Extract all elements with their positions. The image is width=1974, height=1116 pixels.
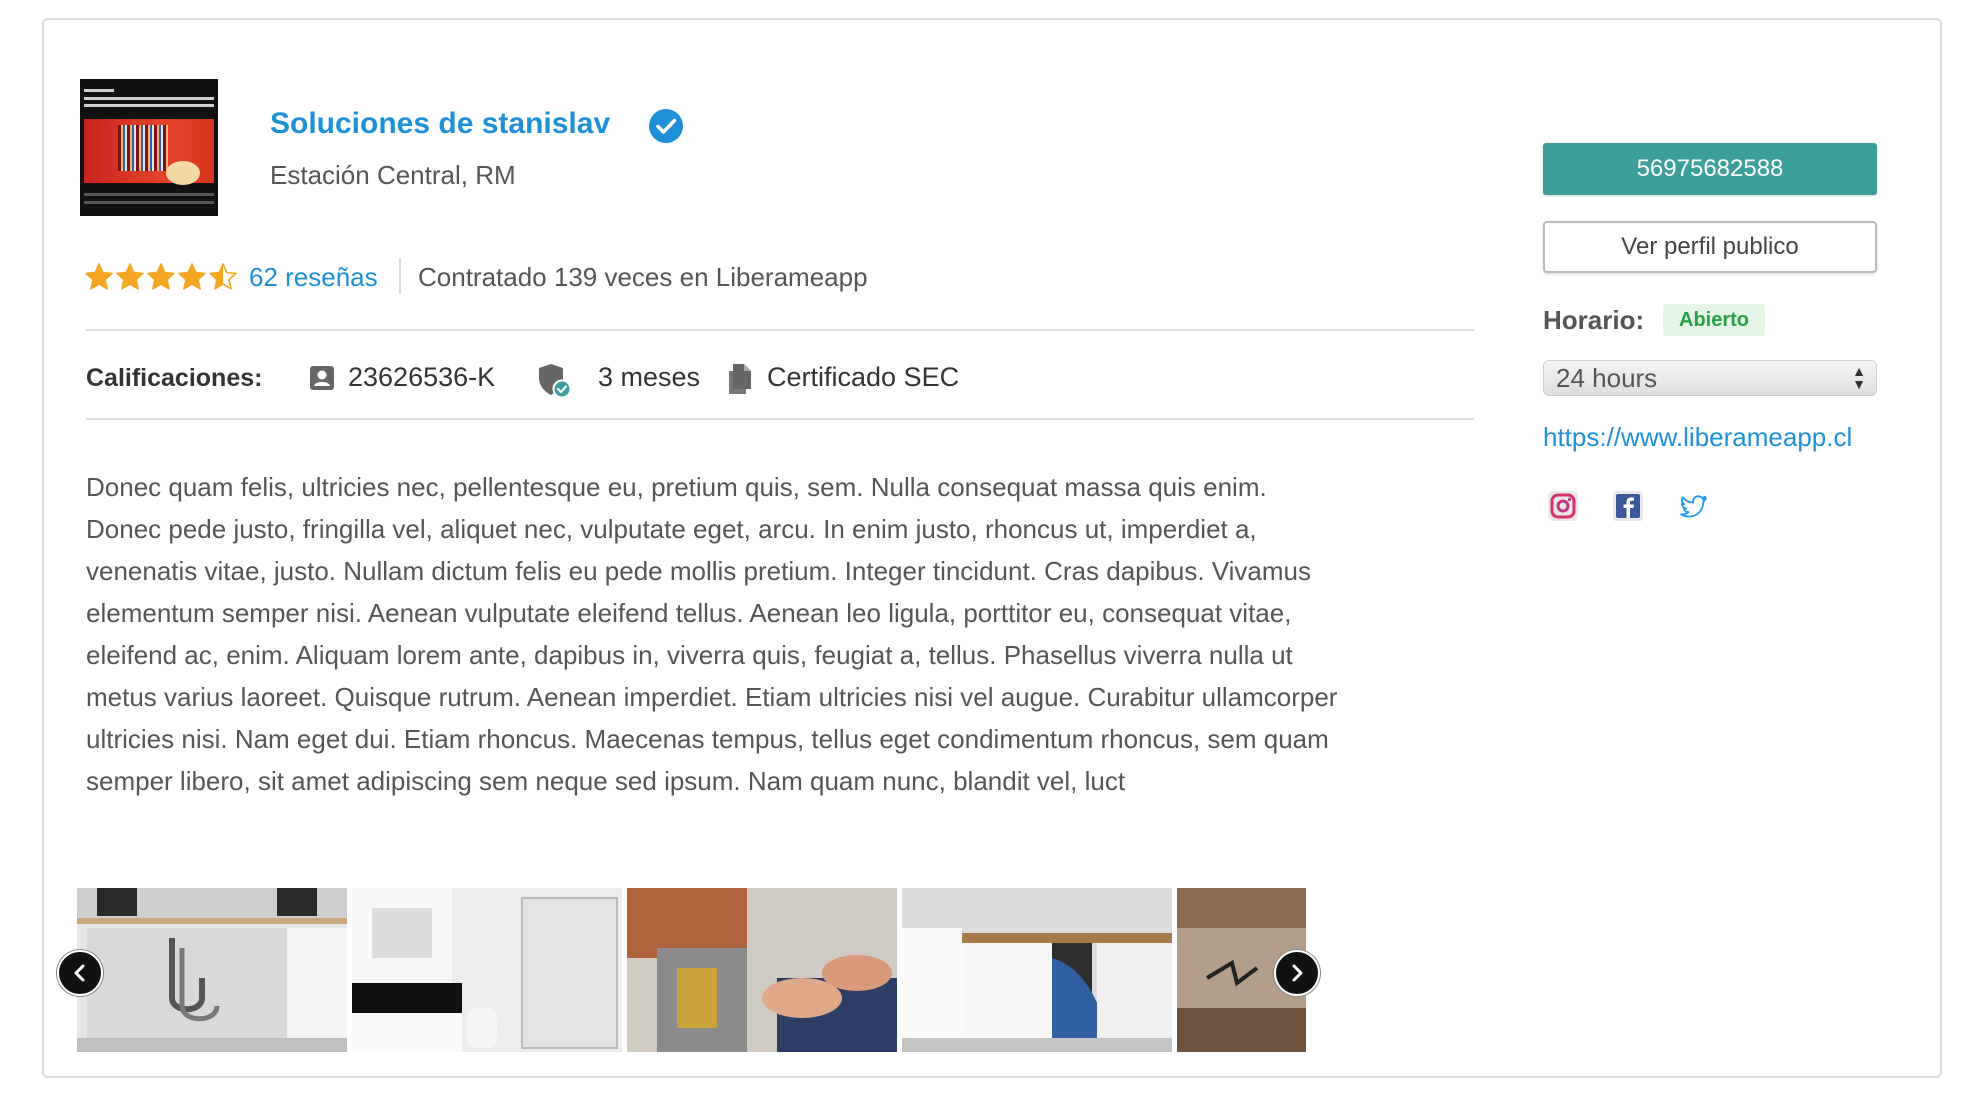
reviews-link[interactable]: 62 reseñas bbox=[249, 262, 378, 293]
calificaciones-label: Calificaciones: bbox=[86, 364, 263, 392]
hired-count: Contratado 139 veces en Liberameapp bbox=[418, 262, 868, 292]
select-arrows-icon: ▲ ▼ bbox=[1852, 363, 1866, 392]
business-logo bbox=[80, 79, 218, 216]
gallery-prev-button[interactable] bbox=[57, 950, 103, 996]
tenure-value: 3 meses bbox=[598, 362, 701, 392]
id-card-icon bbox=[310, 366, 334, 390]
business-name[interactable]: Soluciones de stanislav bbox=[270, 104, 610, 144]
document-icon bbox=[729, 364, 751, 394]
star-icon bbox=[147, 263, 175, 290]
gallery-photo-bathroom[interactable] bbox=[352, 888, 622, 1052]
photo-gallery bbox=[77, 888, 1306, 1052]
view-profile-button[interactable]: Ver perfil publico bbox=[1543, 221, 1877, 273]
schedule-selected-value: 24 hours bbox=[1556, 362, 1658, 393]
star-icon bbox=[116, 263, 144, 290]
gallery-photo-water-heater[interactable] bbox=[627, 888, 897, 1052]
chevron-left-icon bbox=[74, 964, 85, 982]
schedule-select[interactable]: 24 hours ▲ ▼ bbox=[1543, 360, 1877, 396]
horario-label: Horario: bbox=[1543, 305, 1645, 335]
gallery-photo-sink-cabinet[interactable] bbox=[77, 888, 347, 1052]
gallery-next-button[interactable] bbox=[1274, 950, 1320, 996]
business-location: Estación Central, RM bbox=[270, 160, 516, 190]
gallery-photo-plumber[interactable] bbox=[902, 888, 1172, 1052]
rating-stars bbox=[84, 262, 238, 294]
star-icon bbox=[178, 263, 206, 290]
business-description: Donec quam felis, ultricies nec, pellent… bbox=[86, 472, 1338, 796]
website-link[interactable]: https://www.liberameapp.cl bbox=[1543, 422, 1877, 453]
star-icon bbox=[209, 263, 237, 290]
facebook-icon[interactable] bbox=[1612, 490, 1644, 522]
certificate-value: Certificado SEC bbox=[767, 362, 960, 392]
open-status-badge: Abierto bbox=[1663, 304, 1765, 336]
verified-shield-icon bbox=[539, 364, 572, 399]
instagram-icon[interactable] bbox=[1547, 490, 1579, 522]
star-icon bbox=[85, 263, 113, 290]
phone-button[interactable]: 56975682588 bbox=[1543, 143, 1877, 195]
chevron-right-icon bbox=[1292, 964, 1303, 982]
divider bbox=[399, 258, 401, 294]
rut-value: 23626536-K bbox=[348, 362, 496, 392]
verified-badge-icon bbox=[649, 109, 683, 143]
divider bbox=[86, 418, 1474, 420]
divider bbox=[86, 329, 1474, 331]
twitter-icon[interactable] bbox=[1677, 490, 1709, 522]
